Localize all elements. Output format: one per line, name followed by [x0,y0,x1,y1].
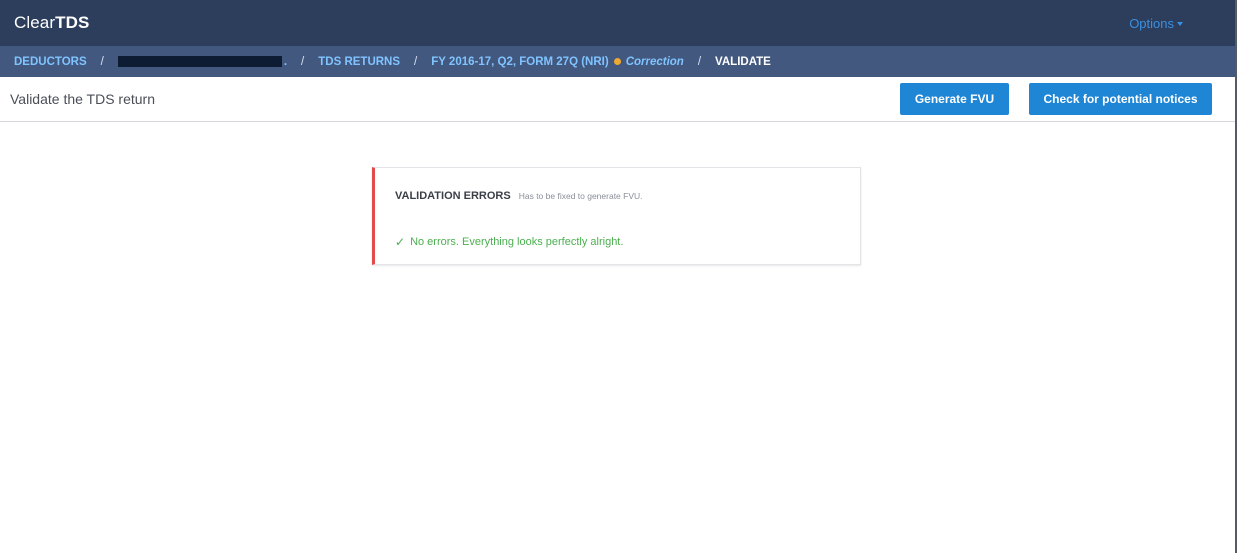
check-notices-button[interactable]: Check for potential notices [1029,83,1212,115]
validation-header: VALIDATION ERRORS Has to be fixed to gen… [395,190,643,202]
brand-light: Clear [14,13,56,32]
app-logo[interactable]: ClearTDS [14,13,89,33]
page-title: Validate the TDS return [10,91,156,107]
app-window: ClearTDS Options DEDUCTORS / . / TDS RET… [0,0,1237,553]
check-icon: ✓ [395,235,406,249]
breadcrumb: DEDUCTORS / . / TDS RETURNS / FY 2016-17… [0,46,1235,77]
breadcrumb-separator: / [697,55,702,68]
redacted-block [117,55,282,67]
breadcrumb-deductors[interactable]: DEDUCTORS [14,56,87,68]
deductor-suffix: . [283,55,288,68]
brand-bold: TDS [55,13,90,32]
validation-status: ✓ No errors. Everything looks perfectly … [395,235,623,249]
options-label: Options [1129,15,1174,31]
validation-title: VALIDATION ERRORS [395,190,511,202]
options-menu[interactable]: Options [1129,16,1183,31]
breadcrumb-separator: / [100,55,104,68]
breadcrumb-current: VALIDATE [715,55,771,68]
validation-message: No errors. Everything looks perfectly al… [410,236,624,248]
correction-badge[interactable]: Correction [626,56,684,68]
header-actions: Generate FVU Check for potential notices [900,83,1212,115]
caret-down-icon [1177,21,1183,26]
generate-fvu-button[interactable]: Generate FVU [900,83,1009,115]
breadcrumb-deductor-name[interactable]: . [117,55,288,68]
validation-subtitle: Has to be fixed to generate FVU. [518,191,643,201]
breadcrumb-separator: / [301,55,305,68]
validation-card: VALIDATION ERRORS Has to be fixed to gen… [372,167,861,265]
breadcrumb-return[interactable]: FY 2016-17, Q2, FORM 27Q (NRI) [431,56,608,68]
page-header: Validate the TDS return Generate FVU Che… [0,77,1235,122]
top-navbar: ClearTDS Options [0,0,1235,46]
breadcrumb-tds-returns[interactable]: TDS RETURNS [318,56,400,68]
status-dot-icon [613,58,621,65]
breadcrumb-separator: / [414,55,418,68]
